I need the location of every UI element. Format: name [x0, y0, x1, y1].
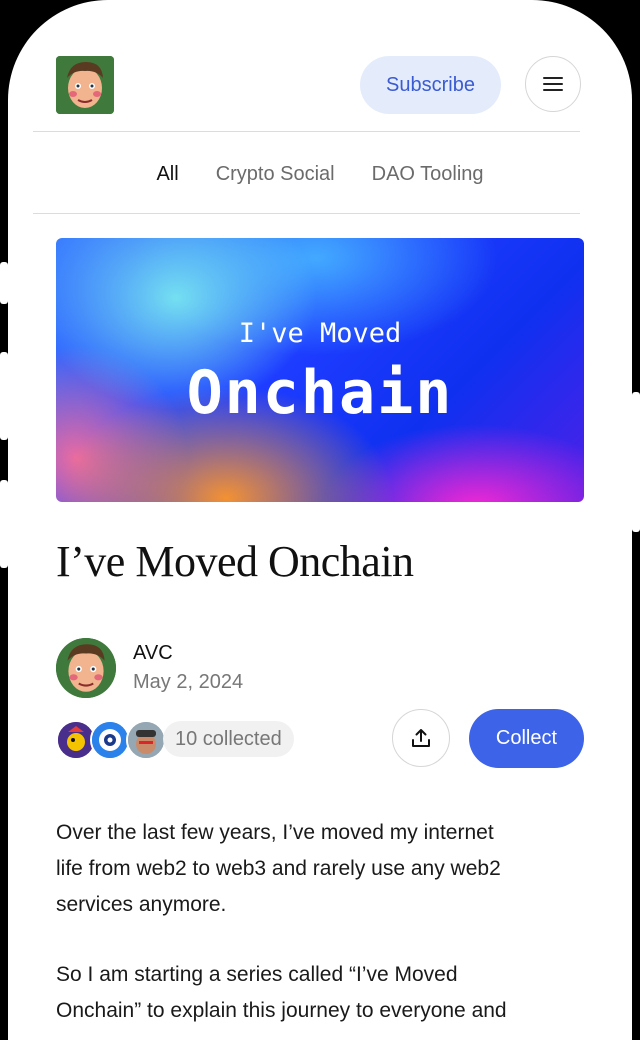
hamburger-menu-icon: [543, 77, 563, 91]
collector-avatar-icon: [92, 722, 128, 758]
phone-side-button: [632, 392, 640, 532]
text-line: Over the last few years, I’ve moved my i…: [56, 821, 494, 844]
text-line: life from web2 to web3 and rarely use an…: [56, 857, 501, 880]
post-cover-image[interactable]: I've Moved Onchain: [56, 238, 584, 502]
collector-avatar: [90, 720, 130, 760]
avatar-logo-icon: [56, 56, 114, 114]
cover-title: Onchain: [186, 358, 454, 428]
share-icon: [412, 729, 430, 747]
cover-subtitle: I've Moved: [238, 318, 402, 349]
collected-count-badge[interactable]: 10 collected: [163, 721, 294, 757]
author-name[interactable]: AVC: [133, 642, 173, 665]
menu-button[interactable]: [525, 56, 581, 112]
site-logo[interactable]: [56, 56, 114, 114]
text-line: Onchain” to explain this journey to ever…: [56, 999, 507, 1022]
category-tabs: All Crypto Social DAO Tooling: [8, 154, 632, 194]
phone-side-button: [0, 352, 8, 440]
text-line: So I am starting a series called “I’ve M…: [56, 963, 458, 986]
tab-dao-tooling[interactable]: DAO Tooling: [372, 154, 484, 194]
collector-avatar-icon: [128, 722, 164, 758]
subscribe-button[interactable]: Subscribe: [360, 56, 501, 114]
collector-avatar-icon: [58, 722, 94, 758]
divider: [33, 131, 580, 132]
text-line: services anymore.: [56, 893, 227, 916]
phone-side-button: [0, 262, 8, 304]
post-paragraph: Over the last few years, I’ve moved my i…: [56, 815, 576, 923]
site-header: Subscribe: [8, 0, 632, 131]
post-paragraph: So I am starting a series called “I’ve M…: [56, 957, 576, 1029]
phone-screen: Subscribe All Crypto Social DAO Tooling …: [8, 0, 632, 1040]
collect-button[interactable]: Collect: [469, 709, 584, 768]
post-date: May 2, 2024: [133, 671, 244, 693]
tab-crypto-social[interactable]: Crypto Social: [216, 154, 335, 194]
share-button[interactable]: [392, 709, 450, 767]
post-title: I’ve Moved Onchain: [56, 537, 414, 586]
tab-all[interactable]: All: [156, 154, 178, 194]
avatar-icon: [56, 638, 116, 698]
phone-side-button: [0, 480, 8, 568]
collector-avatar: [126, 720, 166, 760]
author-avatar[interactable]: [56, 638, 116, 698]
divider: [33, 213, 580, 214]
